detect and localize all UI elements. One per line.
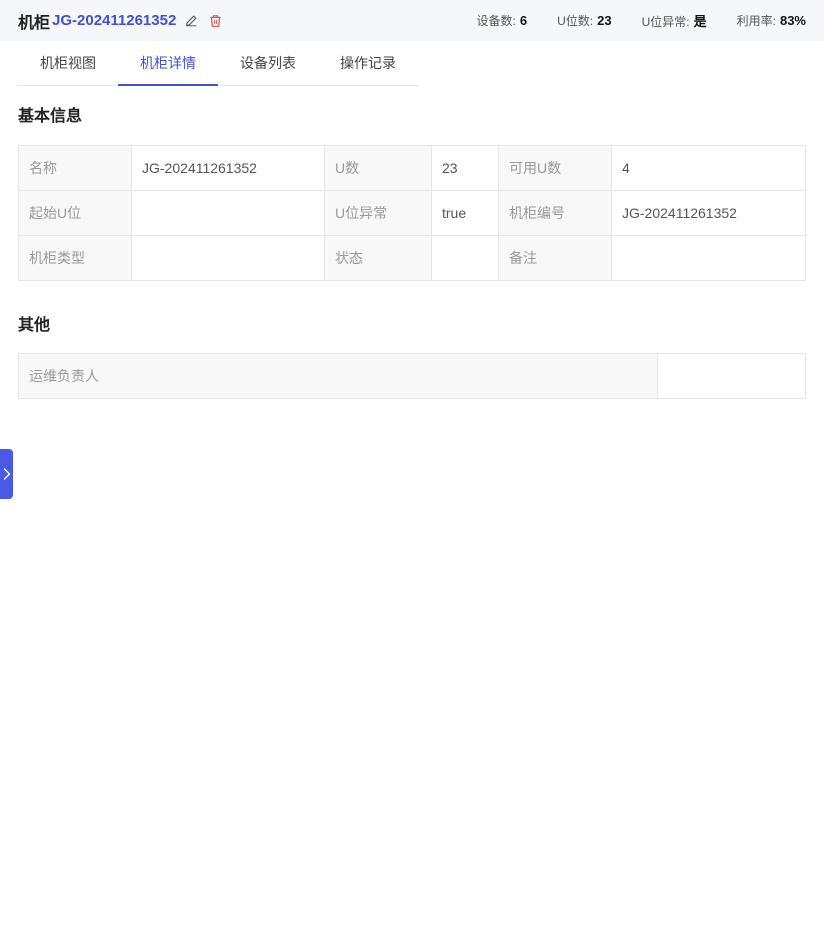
field-value (131, 235, 325, 281)
section-title-basic-info: 基本信息 (18, 108, 83, 125)
trash-icon (210, 14, 221, 27)
other-info-table: 运维负责人 (18, 353, 806, 399)
page-title-prefix: 机柜 (18, 14, 51, 32)
stat-value: 是 (693, 14, 707, 29)
field-label: U数 (324, 145, 432, 191)
field-label: 机柜类型 (18, 235, 132, 281)
field-label: 备注 (498, 235, 612, 281)
stat-label: 设备数: (476, 14, 516, 28)
field-label: 名称 (18, 145, 132, 191)
table-row: 运维负责人 (18, 353, 806, 399)
chevron-right-icon (3, 468, 10, 480)
field-label: 可用U数 (498, 145, 612, 191)
cabinet-code-title: JG-202411261352 (52, 12, 177, 29)
field-value: 4 (611, 145, 806, 191)
stat-label: 利用率: (736, 14, 776, 28)
field-label: 运维负责人 (18, 353, 658, 399)
stat-label: U位数: (557, 14, 594, 28)
table-row: 名称 JG-202411261352 U数 23 可用U数 4 (18, 145, 806, 191)
field-value: JG-202411261352 (131, 145, 325, 191)
stat-u-abnormal: U位异常: 是 (642, 11, 707, 30)
pencil-icon (185, 15, 197, 27)
field-value: 23 (431, 145, 499, 191)
field-value: true (431, 190, 499, 236)
stat-u-count: U位数: 23 (557, 12, 611, 29)
stat-value: 23 (597, 13, 612, 28)
delete-button[interactable] (208, 14, 222, 28)
basic-info-table: 名称 JG-202411261352 U数 23 可用U数 4 起始U位 U位异… (18, 145, 806, 281)
field-value: JG-202411261352 (611, 190, 806, 236)
sidebar-expand-button[interactable] (0, 449, 13, 499)
tab-cabinet-details[interactable]: 机柜详情 (118, 41, 218, 86)
cabinet-stats: 设备数: 6 U位数: 23 U位异常: 是 利用率: 83% (477, 11, 806, 30)
tab-bar: 机柜视图 机柜详情 设备列表 操作记录 (18, 41, 418, 86)
stat-value: 83% (779, 13, 806, 28)
field-label: U位异常 (324, 190, 432, 236)
table-row: 起始U位 U位异常 true 机柜编号 JG-202411261352 (18, 190, 806, 236)
tab-operation-log[interactable]: 操作记录 (318, 41, 418, 85)
field-label: 机柜编号 (498, 190, 612, 236)
field-value (657, 353, 806, 399)
section-title-other: 其他 (18, 317, 51, 334)
table-row: 机柜类型 状态 备注 (18, 235, 806, 281)
field-value (431, 235, 499, 281)
field-value (611, 235, 806, 281)
tab-device-list[interactable]: 设备列表 (218, 41, 318, 85)
edit-button[interactable] (184, 14, 198, 28)
field-label: 起始U位 (18, 190, 132, 236)
stat-label: U位异常: (641, 15, 690, 29)
tab-cabinet-view[interactable]: 机柜视图 (18, 41, 118, 85)
stat-value: 6 (519, 13, 528, 28)
field-label: 状态 (324, 235, 432, 281)
page-header: 机柜 JG-202411261352 设备数: 6 U位数: 23 U位异常: … (0, 0, 824, 41)
field-value (131, 190, 325, 236)
stat-utilization: 利用率: 83% (737, 12, 806, 29)
stat-device-count: 设备数: 6 (477, 12, 528, 29)
